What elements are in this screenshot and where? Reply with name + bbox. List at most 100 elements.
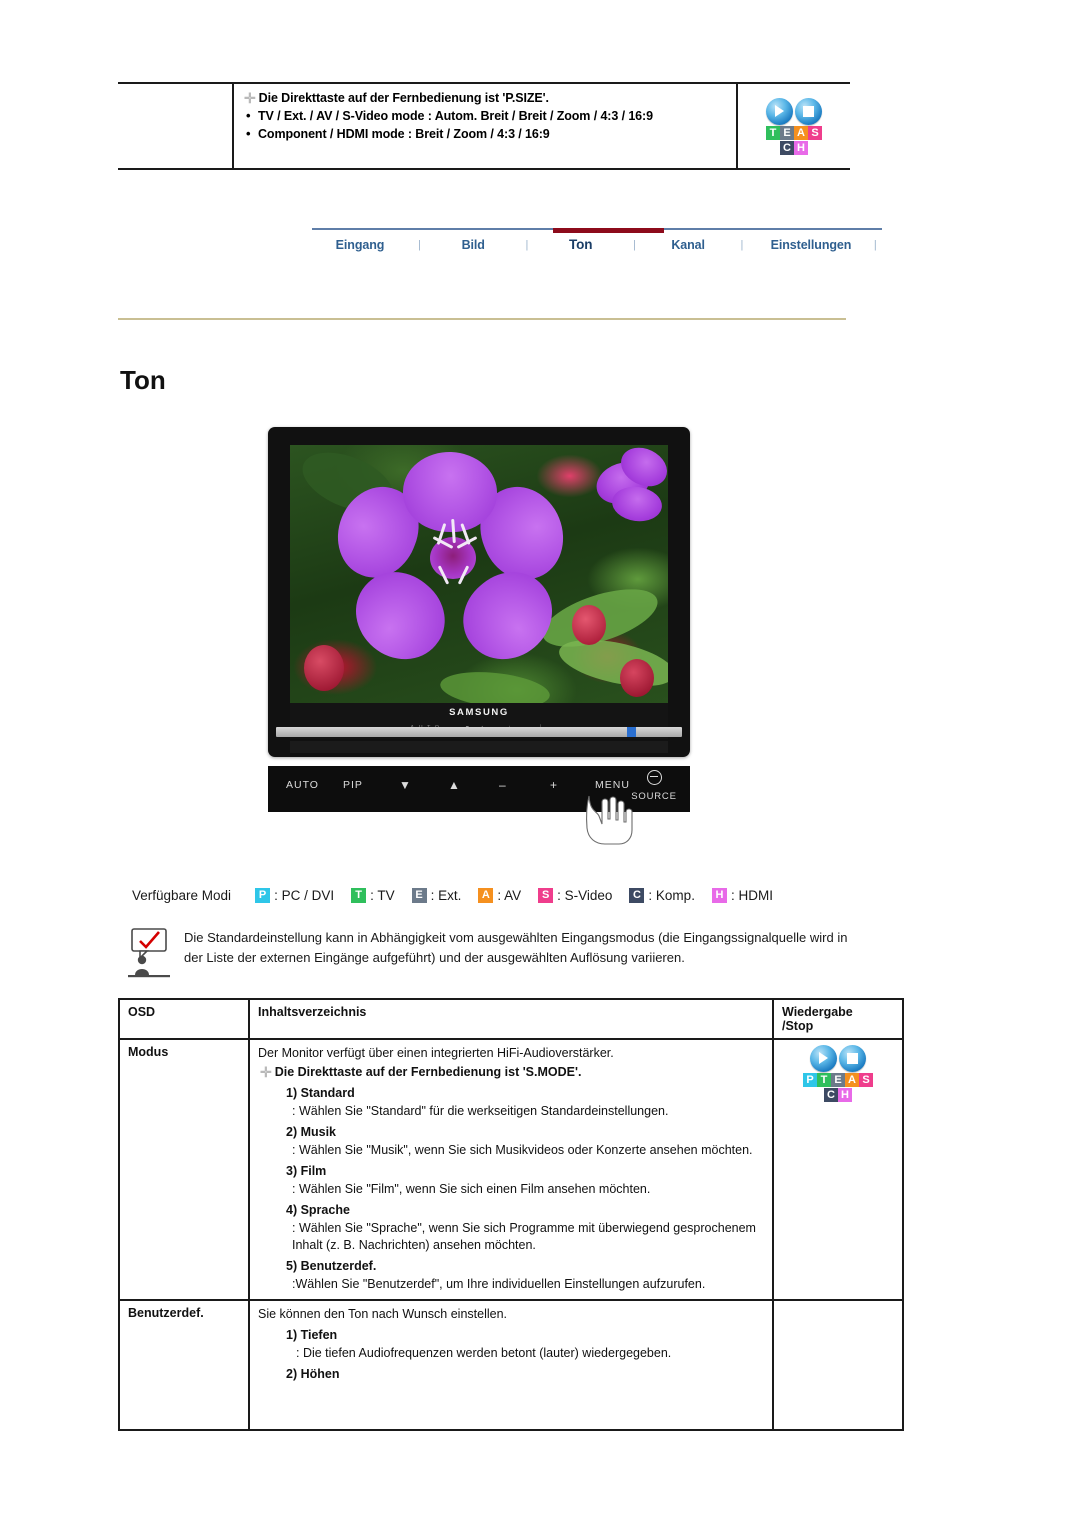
modus-item-4-desc: : Wählen Sie "Sprache", wenn Sie sich Pr… — [292, 1221, 756, 1252]
info-note: Die Standardeinstellung kann in Abhängig… — [128, 928, 848, 978]
row-osd-benutzerdef: Benutzerdef. — [118, 1299, 250, 1431]
nav-separator: | — [873, 238, 877, 251]
mode-chip-hdmi: H : HDMI — [711, 888, 773, 903]
mode-chip-pc-dvi: P : PC / DVI — [255, 888, 334, 903]
mode-icon-h: H — [711, 888, 727, 903]
table-header-wiedergabe-stop: Wiedergabe /Stop — [772, 998, 904, 1040]
modus-item-5-desc: :Wählen Sie "Benutzerdef", um Ihre indiv… — [292, 1277, 706, 1291]
top-note-bullet-1-text: TV / Ext. / AV / S-Video mode : Autom. B… — [258, 109, 653, 123]
samsung-logo: SAMSUNG — [449, 707, 509, 718]
modus-item-1-title: 1) Standard — [286, 1086, 355, 1100]
mode-chip-tv: T : TV — [351, 888, 395, 903]
mode-icon-t: T — [351, 888, 367, 903]
table-row: Benutzerdef. Sie können den Ton nach Wun… — [118, 1299, 904, 1431]
badge-tile-t: T — [817, 1073, 831, 1087]
secondary-flower — [590, 445, 668, 525]
button-minus[interactable]: – — [499, 778, 507, 792]
osd-table: OSD Inhaltsverzeichnis Wiedergabe /Stop … — [118, 998, 904, 1431]
benutzerdef-item-2-title: 2) Höhen — [286, 1367, 340, 1381]
mode-icon-c: C — [629, 888, 645, 903]
table-header-line2: /Stop — [782, 1019, 814, 1033]
badge-tile-h: H — [794, 140, 808, 155]
section-nav: Eingang | Bild | Ton | Kanal | Einstellu… — [312, 228, 882, 268]
benutzerdef-item-1-title: 1) Tiefen — [286, 1328, 338, 1342]
button-down[interactable]: ▼ — [399, 778, 412, 792]
play-button-icon — [766, 97, 793, 125]
stop-button-icon — [839, 1045, 866, 1072]
row-badge-modus: P T E A S C H — [772, 1038, 904, 1301]
nav-item-bild[interactable]: Bild — [431, 238, 515, 252]
modus-item-3-title: 3) Film — [286, 1164, 327, 1178]
top-note-text-cell: ✛ Die Direkttaste auf der Fernbedienung i… — [234, 84, 738, 168]
mode-chip-komp: C : Komp. — [629, 888, 695, 903]
page-title: Ton — [120, 365, 166, 395]
source-icon — [646, 770, 662, 785]
nav-item-eingang[interactable]: Eingang — [312, 238, 408, 252]
button-auto[interactable]: AUTO — [286, 779, 319, 791]
badge-tile-h: H — [838, 1088, 852, 1102]
badge-tile-a: A — [845, 1073, 859, 1087]
button-plus[interactable]: + — [550, 778, 558, 792]
mode-label-komp: : Komp. — [648, 888, 695, 903]
badge-tiles-row1: T E A S — [766, 125, 822, 140]
bullet-dot-icon: • — [246, 108, 251, 123]
nav-separator: | — [525, 238, 529, 251]
play-button-icon — [810, 1045, 837, 1072]
nav-item-ton[interactable]: Ton — [538, 237, 622, 252]
mode-icon-s: S — [538, 888, 554, 903]
table-row: Modus Der Monitor verfügt über einen int… — [118, 1038, 904, 1301]
row-content-benutzerdef: Sie können den Ton nach Wunsch einstelle… — [248, 1299, 774, 1431]
nav-separator: | — [632, 238, 636, 251]
top-note-heading: ✛ Die Direkttaste auf der Fernbedienung i… — [244, 90, 728, 107]
pointing-hand-icon — [586, 795, 633, 845]
nav-item-einstellungen[interactable]: Einstellungen — [753, 238, 868, 252]
power-indicator — [627, 727, 636, 737]
stop-button-icon — [795, 97, 822, 125]
mode-icon-p: P — [255, 888, 271, 903]
modus-item-4-title: 4) Sprache — [286, 1203, 350, 1217]
badge-tiles-row1: P T E A S — [782, 1073, 894, 1087]
row-content-modus: Der Monitor verfügt über einen integrier… — [248, 1038, 774, 1301]
button-pip[interactable]: PIP — [343, 779, 363, 791]
monitor-illustration: SAMSUNG AUTO ▬ ■ ▲ - + ▬ ⏚ — [268, 427, 690, 757]
modus-plus-heading: ✛ Die Direkttaste auf der Fernbedienung i… — [260, 1063, 764, 1081]
mode-chip-av: A : AV — [478, 888, 521, 903]
modus-item-5-title: 5) Benutzerdef. — [286, 1259, 377, 1273]
badge-tile-a: A — [794, 125, 808, 140]
badge-tile-s: S — [808, 125, 822, 140]
monitor-screen — [290, 445, 668, 703]
badge-tile-c: C — [780, 140, 794, 155]
table-header-row: OSD Inhaltsverzeichnis Wiedergabe /Stop — [118, 998, 904, 1040]
flower-bud — [620, 659, 654, 697]
mode-icon-e: E — [411, 888, 427, 903]
nav-separator: | — [740, 238, 744, 251]
nav-items: Eingang | Bild | Ton | Kanal | Einstellu… — [312, 237, 882, 252]
top-note-heading-text: Die Direkttaste auf der Fernbedienung is… — [258, 91, 549, 105]
row-osd-modus: Modus — [118, 1038, 250, 1301]
flower-bud — [304, 645, 344, 691]
plus-icon: ✛ — [260, 1064, 272, 1080]
mode-label-pc-dvi: : PC / DVI — [274, 888, 335, 903]
table-header-inhaltsverzeichnis: Inhaltsverzeichnis — [248, 998, 774, 1040]
top-note-bullet-2: • Component / HDMI mode : Breit / Zoom / … — [244, 125, 728, 143]
benutzerdef-lead-text: Sie können den Ton nach Wunsch einstelle… — [258, 1307, 508, 1321]
flower-bud — [572, 605, 606, 645]
badge-tile-t: T — [766, 125, 780, 140]
badge-tiles-row2: C H — [766, 140, 822, 155]
nav-item-kanal[interactable]: Kanal — [646, 238, 730, 252]
button-up[interactable]: ▲ — [448, 778, 461, 792]
modus-item-3-desc: : Wählen Sie "Film", wenn Sie sich einen… — [292, 1182, 651, 1196]
badge-tile-e: E — [780, 125, 794, 140]
monitor-stand-bar — [276, 727, 682, 737]
modus-lead-text: Der Monitor verfügt über einen integrier… — [258, 1046, 614, 1060]
mode-label-tv: : TV — [370, 888, 395, 903]
top-note-left-cell — [118, 84, 234, 168]
info-note-text: Die Standardeinstellung kann in Abhängig… — [184, 930, 848, 965]
nav-active-indicator — [553, 228, 664, 233]
mode-label-ext: : Ext. — [430, 888, 462, 903]
available-modes-label: Verfügbare Modi — [132, 888, 232, 903]
divider-rule — [118, 318, 846, 320]
available-modes-row: Verfügbare Modi P : PC / DVI T : TV E : … — [132, 888, 790, 903]
top-note-bullet-1: • TV / Ext. / AV / S-Video mode : Autom. … — [244, 107, 728, 125]
badge-tiles-row2: C H — [782, 1088, 894, 1102]
